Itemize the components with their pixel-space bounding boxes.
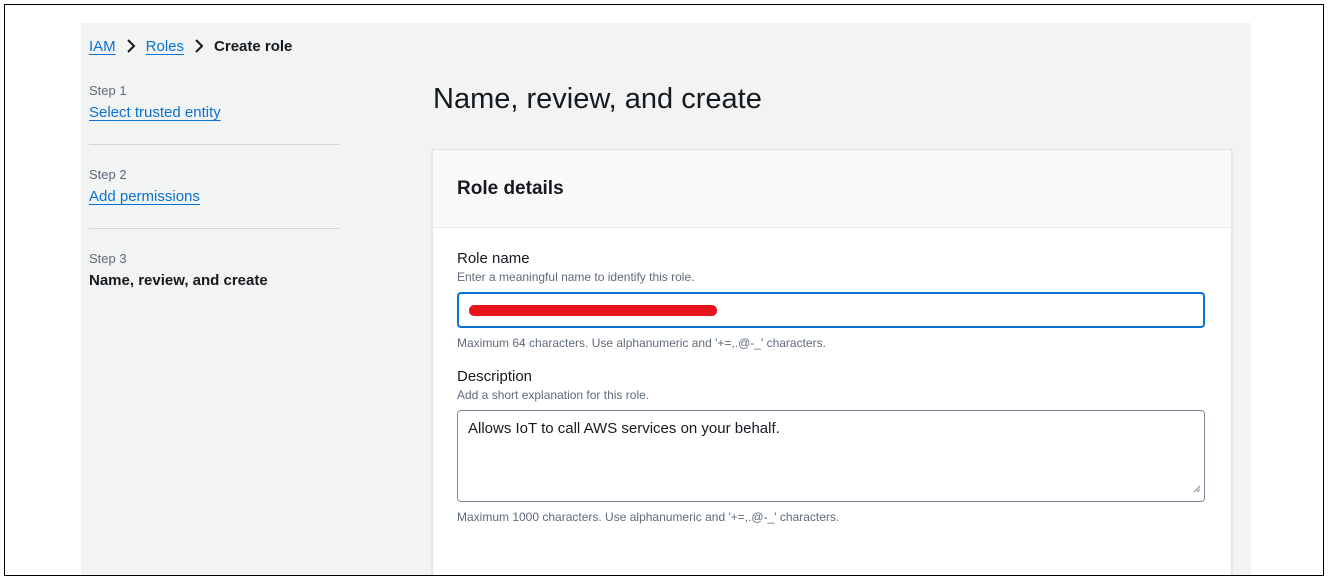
page-title: Name, review, and create [433,83,762,115]
panel-title: Role details [457,177,564,199]
breadcrumb-current: Create role [214,37,293,55]
description-textarea-wrapper: Allows IoT to call AWS services on your … [457,410,1205,502]
step-label: Step 1 [89,83,127,98]
wizard-step-2: Step 2 Add permissions [89,144,339,228]
description-hint: Maximum 1000 characters. Use alphanumeri… [457,510,840,524]
wizard-step-3: Step 3 Name, review, and create [89,228,339,311]
resize-handle-icon[interactable] [1193,480,1201,498]
description-description: Add a short explanation for this role. [457,388,650,402]
chevron-right-icon [194,39,204,53]
role-name-description: Enter a meaningful name to identify this… [457,270,695,284]
breadcrumb: IAM Roles Create role [89,35,292,57]
role-name-label: Role name [457,250,530,267]
step-select-trusted-entity-link[interactable]: Select trusted entity [89,104,221,121]
role-name-hint: Maximum 64 characters. Use alphanumeric … [457,336,826,350]
wizard-steps: Step 1 Select trusted entity Step 2 Add … [89,83,339,311]
breadcrumb-roles-link[interactable]: Roles [146,38,184,55]
redaction-mark [469,305,717,316]
step-add-permissions-link[interactable]: Add permissions [89,188,200,205]
breadcrumb-iam-link[interactable]: IAM [89,38,116,55]
chevron-right-icon [126,39,136,53]
step-label: Step 3 [89,251,127,266]
description-label: Description [457,368,533,385]
wizard-step-1: Step 1 Select trusted entity [89,83,339,144]
description-field: Description Add a short explanation for … [457,368,1207,524]
panel-header: Role details [433,150,1231,228]
role-name-field: Role name Enter a meaningful name to ide… [457,250,1207,350]
console-canvas: IAM Roles Create role Step 1 Select trus… [81,23,1251,575]
screenshot-frame: IAM Roles Create role Step 1 Select trus… [4,4,1324,576]
role-details-panel: Role details Role name Enter a meaningfu… [432,149,1232,575]
description-textarea[interactable]: Allows IoT to call AWS services on your … [458,411,1204,501]
step-label: Step 2 [89,167,127,182]
step-current-title: Name, review, and create [89,272,268,289]
role-name-input-wrapper [457,292,1205,328]
panel-body: Role name Enter a meaningful name to ide… [433,228,1231,524]
